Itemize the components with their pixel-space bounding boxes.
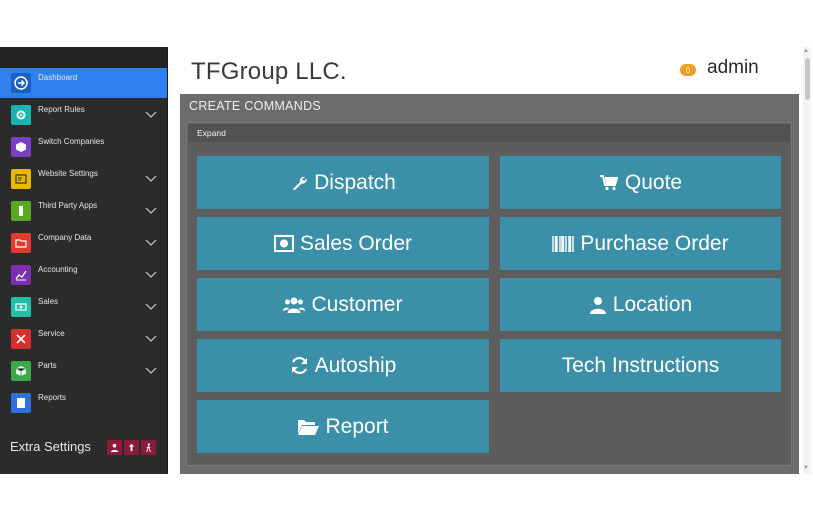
chevron-down-icon[interactable] [145, 271, 159, 279]
user-name[interactable]: admin [707, 57, 759, 79]
page-title: TFGroup LLC. [191, 58, 347, 85]
sidebar-item-label: Service [38, 328, 65, 338]
browser-icon [11, 169, 31, 189]
chevron-down-icon[interactable] [145, 335, 159, 343]
quote-button[interactable]: Quote [500, 156, 781, 209]
sidebar-item-label: Website Settings [38, 168, 98, 178]
sidebar-item-label: Third Party Apps [38, 200, 98, 210]
cube-icon [11, 361, 31, 381]
extra-settings-buttons [107, 440, 156, 455]
sidebar-item-website-settings[interactable]: Website Settings [0, 164, 167, 194]
sidebar-topbar [0, 47, 167, 68]
sidebar-item-label: Parts [38, 360, 57, 370]
expand-bar[interactable] [189, 124, 790, 142]
user-icon [589, 296, 606, 314]
chevron-down-icon[interactable] [145, 367, 159, 375]
cart-icon [599, 175, 619, 191]
barcode-icon [552, 235, 575, 252]
users-icon [283, 297, 306, 313]
chevron-down-icon[interactable] [145, 303, 159, 311]
sidebar-item-dashboard[interactable]: Dashboard [0, 68, 167, 98]
chart-icon [11, 265, 31, 285]
chevron-down-icon[interactable] [145, 207, 159, 215]
chevron-down-icon[interactable] [145, 111, 159, 119]
tech-instructions-label: Tech Instructions [561, 353, 720, 377]
chevron-down-icon[interactable] [145, 239, 159, 247]
sidebar-item-label: Company Data [38, 232, 92, 242]
scrollbar-thumb[interactable] [805, 58, 810, 100]
location-button[interactable]: Location [500, 278, 781, 331]
box-icon [11, 137, 31, 157]
sidebar-item-label: Reports [38, 392, 67, 402]
quote-label: Quote [624, 170, 683, 194]
user-icon[interactable] [107, 440, 122, 455]
scroll-up-icon[interactable]: ▲ [803, 48, 809, 54]
sidebar-item-label: Report Rules [38, 104, 85, 114]
extra-settings-label: Extra Settings [10, 439, 91, 454]
autoship-label: Autoship [314, 353, 397, 377]
sidebar-item-accounting[interactable]: Accounting [0, 260, 167, 290]
refresh-icon [291, 356, 307, 375]
sales-order-button[interactable]: Sales Order [197, 217, 489, 270]
purchase-order-label: Purchase Order [580, 231, 729, 255]
sidebar-item-sales[interactable]: Sales [0, 292, 167, 322]
arrow-right-circle-icon [11, 73, 31, 93]
money-icon [11, 297, 31, 317]
sales-order-label: Sales Order [299, 231, 413, 255]
sidebar-item-parts[interactable]: Parts [0, 356, 167, 386]
wrench-icon [293, 176, 307, 190]
folder-icon [11, 233, 31, 253]
sidebar-item-label: Dashboard [38, 72, 78, 82]
sidebar-item-label: Accounting [38, 264, 78, 274]
report-label: Report [325, 414, 389, 438]
purchase-order-button[interactable]: Purchase Order [500, 217, 781, 270]
tech-instructions-button[interactable]: Tech Instructions [500, 339, 781, 392]
location-label: Location [612, 292, 693, 316]
sidebar-item-service[interactable]: Service [0, 324, 167, 354]
sidebar-item-label: Switch Companies [38, 136, 105, 146]
customer-button[interactable]: Customer [197, 278, 489, 331]
dispatch-button[interactable]: Dispatch [197, 156, 489, 209]
sidebar: Dashboard Report Rules Switch Companies … [0, 47, 168, 474]
person-icon [11, 201, 31, 221]
sidebar-item-switch-companies[interactable]: Switch Companies [0, 132, 167, 162]
expand-label[interactable]: Expand [197, 128, 226, 138]
notification-badge[interactable]: 0 [680, 64, 696, 76]
upload-icon[interactable] [124, 440, 139, 455]
money-icon [273, 235, 294, 252]
document-icon [11, 393, 31, 413]
report-button[interactable]: Report [197, 400, 489, 453]
chevron-down-icon[interactable] [145, 175, 159, 183]
sidebar-item-third-party-apps[interactable]: Third Party Apps [0, 196, 167, 226]
tools-icon [11, 329, 31, 349]
sidebar-item-company-data[interactable]: Company Data [0, 228, 167, 258]
autoship-button[interactable]: Autoship [197, 339, 489, 392]
folder-open-icon [298, 420, 320, 435]
sidebar-item-reports[interactable]: Reports [0, 388, 167, 418]
scrollbar-track[interactable] [803, 47, 811, 474]
dispatch-label: Dispatch [314, 170, 396, 194]
sidebar-item-label: Sales [38, 296, 59, 306]
panel-title: CREATE COMMANDS [189, 99, 322, 113]
scroll-down-icon[interactable]: ▼ [803, 465, 809, 471]
gear-icon [11, 105, 31, 125]
walking-person-icon[interactable] [141, 440, 156, 455]
customer-label: Customer [311, 292, 403, 316]
sidebar-item-report-rules[interactable]: Report Rules [0, 100, 167, 130]
